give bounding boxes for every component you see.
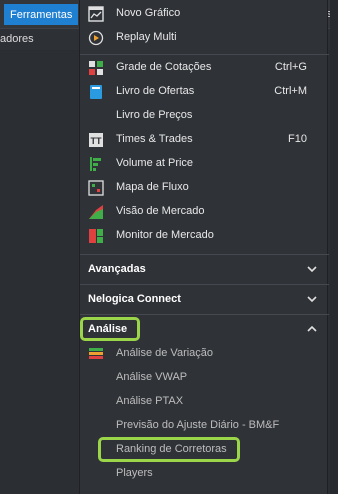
order-book-icon	[90, 85, 102, 99]
ferramentas-dropdown-menu: Novo Gráfico Replay Multi Grade de Cotaç…	[79, 0, 329, 494]
menu-item-livro-de-precos[interactable]: Livro de Preços	[80, 104, 329, 128]
menu-item-label: Livro de Ofertas	[116, 85, 195, 97]
chevron-up-icon	[307, 325, 317, 332]
volume-at-price-icon	[90, 157, 101, 171]
menu-item-label: Grade de Cotações	[116, 61, 212, 73]
menu-item-players[interactable]: Players	[80, 462, 329, 486]
section-nelogica-connect[interactable]: Nelogica Connect	[80, 284, 329, 314]
menu-item-label: Análise VWAP	[116, 371, 188, 383]
toolbar-partial-label[interactable]: adores	[0, 33, 34, 45]
menu-item-analise-ptax[interactable]: Análise PTAX	[80, 390, 329, 414]
menu-item-analise-vwap[interactable]: Análise VWAP	[80, 366, 329, 390]
menu-item-label: Times & Trades	[116, 133, 193, 145]
section-label: Nelogica Connect	[88, 293, 181, 305]
section-avancadas[interactable]: Avançadas	[80, 254, 329, 284]
menu-item-label: Análise PTAX	[116, 395, 184, 407]
svg-text:TT: TT	[91, 136, 102, 146]
menu-item-shortcut: Ctrl+M	[274, 85, 307, 97]
highlight-ranking-de-corretoras	[98, 437, 240, 462]
flow-map-icon	[88, 180, 104, 196]
menu-item-volume-at-price[interactable]: Volume at Price	[80, 152, 329, 176]
menu-separator	[80, 54, 329, 55]
menu-tab-ferramentas[interactable]: Ferramentas	[4, 4, 78, 25]
menu-item-label: Novo Gráfico	[116, 7, 181, 19]
menu-item-label: Visão de Mercado	[116, 205, 205, 217]
section-label: Avançadas	[88, 263, 146, 275]
menu-item-shortcut: F10	[288, 133, 307, 145]
chart-window-icon	[88, 6, 104, 22]
chevron-down-icon	[307, 266, 317, 273]
highlight-analise	[80, 317, 140, 341]
quote-grid-icon	[89, 61, 103, 75]
replay-icon	[88, 30, 104, 46]
market-monitor-icon	[89, 229, 103, 243]
chevron-down-icon	[307, 296, 317, 303]
menu-item-analise-de-variacao[interactable]: Análise de Variação	[80, 342, 329, 366]
market-view-icon	[89, 205, 103, 219]
menu-item-replay-multi[interactable]: Replay Multi	[80, 26, 329, 50]
menu-item-label: Players	[116, 467, 153, 479]
menu-item-label: Monitor de Mercado	[116, 229, 214, 241]
menu-item-monitor-de-mercado[interactable]: Monitor de Mercado	[80, 224, 329, 248]
times-trades-icon: TT	[89, 133, 103, 147]
menu-item-novo-grafico[interactable]: Novo Gráfico	[80, 2, 329, 26]
menu-item-label: Volume at Price	[116, 157, 194, 169]
menu-item-grade-de-cotacoes[interactable]: Grade de Cotações Ctrl+G	[80, 56, 329, 80]
scrollbar[interactable]	[330, 0, 338, 494]
menu-item-previsao-ajuste-diario[interactable]: Previsão do Ajuste Diário - BM&F	[80, 414, 329, 438]
menu-item-label: Mapa de Fluxo	[116, 181, 189, 193]
menu-item-visao-de-mercado[interactable]: Visão de Mercado	[80, 200, 329, 224]
menu-item-times-trades[interactable]: TT Times & Trades F10	[80, 128, 329, 152]
menu-item-mapa-de-fluxo[interactable]: Mapa de Fluxo	[80, 176, 329, 200]
menu-item-label: Previsão do Ajuste Diário - BM&F	[116, 419, 280, 431]
variation-analysis-icon	[89, 348, 103, 359]
menu-item-label: Replay Multi	[116, 31, 177, 43]
menu-item-label: Livro de Preços	[116, 109, 193, 121]
menu-item-shortcut: Ctrl+G	[274, 61, 307, 73]
menu-item-livro-de-ofertas[interactable]: Livro de Ofertas Ctrl+M	[80, 80, 329, 104]
menu-item-label: Análise de Variação	[116, 347, 214, 359]
